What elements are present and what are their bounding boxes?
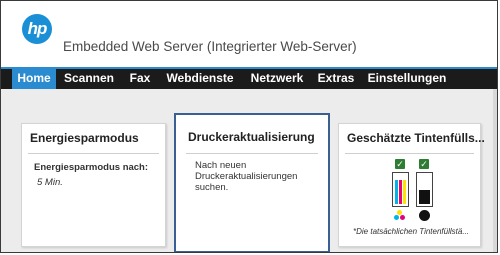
hp-logo[interactable]: hp	[22, 14, 52, 44]
card-title: Druckeraktualisierung	[188, 130, 315, 144]
card-title: Energiesparmodus	[30, 131, 139, 145]
main-nav: Home Scannen Fax Webdienste Netzwerk Ext…	[1, 67, 497, 89]
tab-extras[interactable]: Extras	[314, 69, 358, 89]
scrollbar[interactable]	[493, 89, 497, 252]
tab-home[interactable]: Home	[12, 69, 56, 89]
black-level	[419, 190, 430, 204]
card-power-save[interactable]: Energiesparmodus Energiesparmodus nach: …	[21, 123, 166, 247]
ink-note: *Die tatsächlichen Tintenfüllstä...	[353, 227, 469, 236]
update-text-line1: Nach neuen	[195, 160, 247, 171]
color-cartridge	[392, 172, 409, 207]
cyan-ink-icon	[394, 215, 399, 220]
card-printer-update[interactable]: Druckeraktualisierung Nach neuen Drucker…	[174, 113, 330, 252]
update-text-line3: suchen.	[195, 182, 229, 193]
check-icon: ✓	[395, 159, 405, 169]
tab-netzwerk[interactable]: Netzwerk	[244, 69, 310, 89]
tab-einstellungen[interactable]: Einstellungen	[364, 69, 450, 89]
magenta-ink-icon	[400, 215, 405, 220]
card-title: Geschätzte Tintenfülls...	[347, 131, 485, 145]
black-cartridge	[416, 172, 433, 207]
update-text-line2: Druckeraktualisierungen	[195, 171, 298, 182]
tab-fax[interactable]: Fax	[124, 69, 156, 89]
card-ink-levels[interactable]: Geschätzte Tintenfülls... ✓ ✓ *Die tatsä…	[338, 123, 485, 247]
power-save-value: 5 Min.	[37, 177, 63, 188]
magenta-level	[399, 180, 402, 204]
tab-webdienste[interactable]: Webdienste	[162, 69, 238, 89]
tab-scannen[interactable]: Scannen	[63, 69, 115, 89]
app-title: Embedded Web Server (Integrierter Web-Se…	[63, 39, 357, 54]
divider	[28, 153, 159, 154]
yellow-level	[403, 180, 406, 204]
black-ink-icon	[419, 210, 430, 221]
browser-frame: hp Embedded Web Server (Integrierter Web…	[0, 0, 498, 253]
divider	[345, 153, 474, 154]
cyan-level	[395, 180, 398, 204]
check-icon: ✓	[419, 159, 429, 169]
divider	[186, 153, 318, 154]
header: hp Embedded Web Server (Integrierter Web…	[1, 1, 497, 67]
power-save-label: Energiesparmodus nach:	[34, 162, 149, 173]
dashboard: Energiesparmodus Energiesparmodus nach: …	[1, 89, 497, 252]
